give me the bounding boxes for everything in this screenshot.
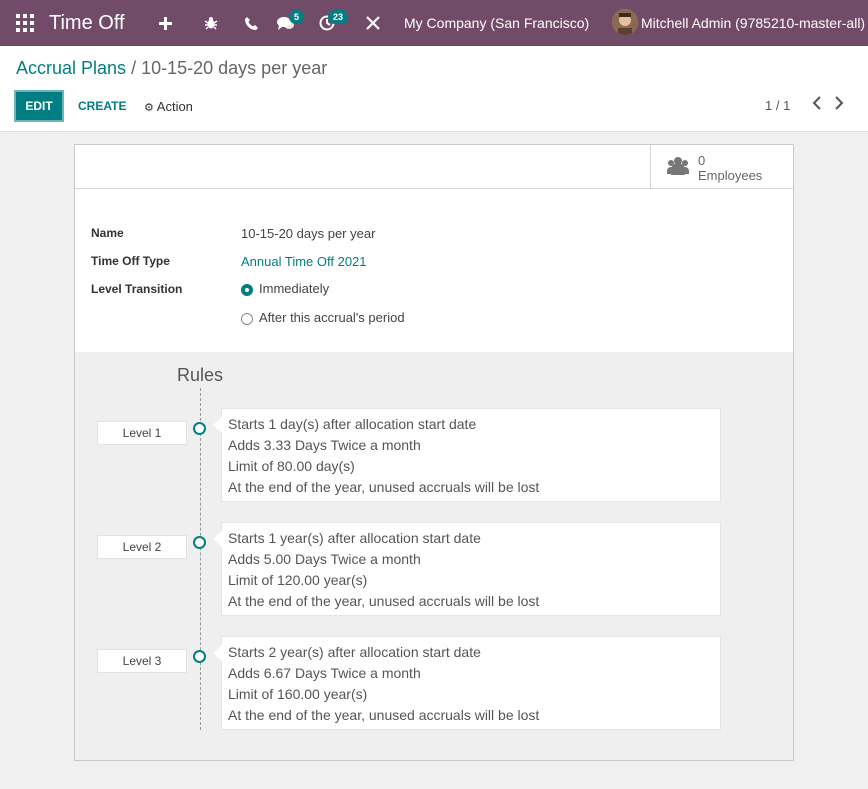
avatar[interactable] bbox=[612, 9, 638, 35]
level-1-badge: Level 1 bbox=[97, 421, 187, 445]
rule-line: Starts 1 year(s) after allocation start … bbox=[228, 530, 481, 546]
form-sheet: 0 Employees Name 10-15-20 days per year … bbox=[74, 144, 794, 761]
rule-line: Adds 5.00 Days Twice a month bbox=[228, 551, 421, 567]
employees-count: 0 bbox=[698, 153, 706, 168]
plus-icon[interactable] bbox=[157, 0, 173, 46]
rule-line: At the end of the year, unused accruals … bbox=[228, 479, 540, 495]
rule-line: Starts 1 day(s) after allocation start d… bbox=[228, 416, 477, 432]
time-off-type-link[interactable]: Annual Time Off 2021 bbox=[241, 254, 367, 269]
phone-icon[interactable] bbox=[243, 0, 259, 46]
rule-line: Limit of 80.00 day(s) bbox=[228, 458, 355, 474]
timeline-line bbox=[200, 388, 201, 730]
employees-label: Employees bbox=[698, 168, 763, 183]
apps-grid-icon[interactable] bbox=[16, 0, 34, 46]
user-menu[interactable]: Mitchell Admin (9785210-master-all) bbox=[641, 0, 865, 46]
users-icon bbox=[667, 155, 689, 180]
rules-section: Rules Level 1 Starts 1 day(s) after allo… bbox=[75, 352, 793, 760]
rules-title: Rules bbox=[177, 365, 224, 385]
company-switcher[interactable]: My Company (San Francisco) bbox=[404, 0, 589, 46]
level-3-dot bbox=[193, 650, 206, 663]
rule-line: Starts 2 year(s) after allocation start … bbox=[228, 644, 481, 660]
rule-line: Adds 6.67 Days Twice a month bbox=[228, 665, 421, 681]
pager-value[interactable]: 1 / 1 bbox=[765, 98, 790, 113]
level-transition-label: Level Transition bbox=[91, 282, 183, 296]
radio-after-period-label[interactable]: After this accrual's period bbox=[259, 310, 405, 325]
level-2-dot bbox=[193, 536, 206, 549]
chat-badge: 5 bbox=[289, 10, 305, 24]
level-3-badge: Level 3 bbox=[97, 649, 187, 673]
employees-stat-button[interactable]: 0 Employees bbox=[650, 145, 793, 189]
chevron-right-icon[interactable] bbox=[834, 96, 844, 115]
bug-icon[interactable] bbox=[203, 0, 219, 46]
create-button[interactable]: CREATE bbox=[78, 99, 126, 113]
chevron-left-icon[interactable] bbox=[812, 96, 822, 115]
breadcrumb: Accrual Plans / 10-15-20 days per year bbox=[16, 58, 327, 79]
control-panel: Accrual Plans / 10-15-20 days per year E… bbox=[0, 46, 868, 132]
tools-icon[interactable] bbox=[365, 0, 381, 46]
breadcrumb-separator: / bbox=[131, 58, 137, 78]
edit-button[interactable]: EDIT bbox=[14, 90, 64, 122]
rule-line: Limit of 120.00 year(s) bbox=[228, 572, 368, 588]
radio-after-period[interactable] bbox=[241, 313, 253, 325]
level-2-card[interactable]: Starts 1 year(s) after allocation start … bbox=[213, 522, 721, 616]
rule-line: Limit of 160.00 year(s) bbox=[228, 686, 368, 702]
time-off-type-label: Time Off Type bbox=[91, 254, 170, 268]
top-navbar: Time Off 5 23 My Company (San Francisco)… bbox=[0, 0, 868, 46]
button-box: 0 Employees bbox=[75, 145, 793, 189]
activity-badge: 23 bbox=[328, 10, 349, 24]
level-1-card[interactable]: Starts 1 day(s) after allocation start d… bbox=[213, 408, 721, 502]
breadcrumb-current: 10-15-20 days per year bbox=[141, 58, 328, 78]
name-label: Name bbox=[91, 226, 124, 240]
radio-immediately[interactable] bbox=[241, 284, 253, 296]
rule-line: At the end of the year, unused accruals … bbox=[228, 707, 540, 723]
action-button[interactable]: ⚙ Action bbox=[144, 99, 193, 114]
breadcrumb-parent[interactable]: Accrual Plans bbox=[16, 58, 126, 78]
action-label: Action bbox=[156, 99, 193, 114]
gear-icon: ⚙ bbox=[144, 102, 154, 114]
radio-immediately-label[interactable]: Immediately bbox=[259, 281, 329, 296]
level-1-dot bbox=[193, 422, 206, 435]
rule-line: Adds 3.33 Days Twice a month bbox=[228, 437, 421, 453]
rule-line: At the end of the year, unused accruals … bbox=[228, 593, 540, 609]
level-3-card[interactable]: Starts 2 year(s) after allocation start … bbox=[213, 636, 721, 730]
app-name[interactable]: Time Off bbox=[49, 0, 125, 46]
name-value: 10-15-20 days per year bbox=[241, 226, 376, 241]
level-2-badge: Level 2 bbox=[97, 535, 187, 559]
